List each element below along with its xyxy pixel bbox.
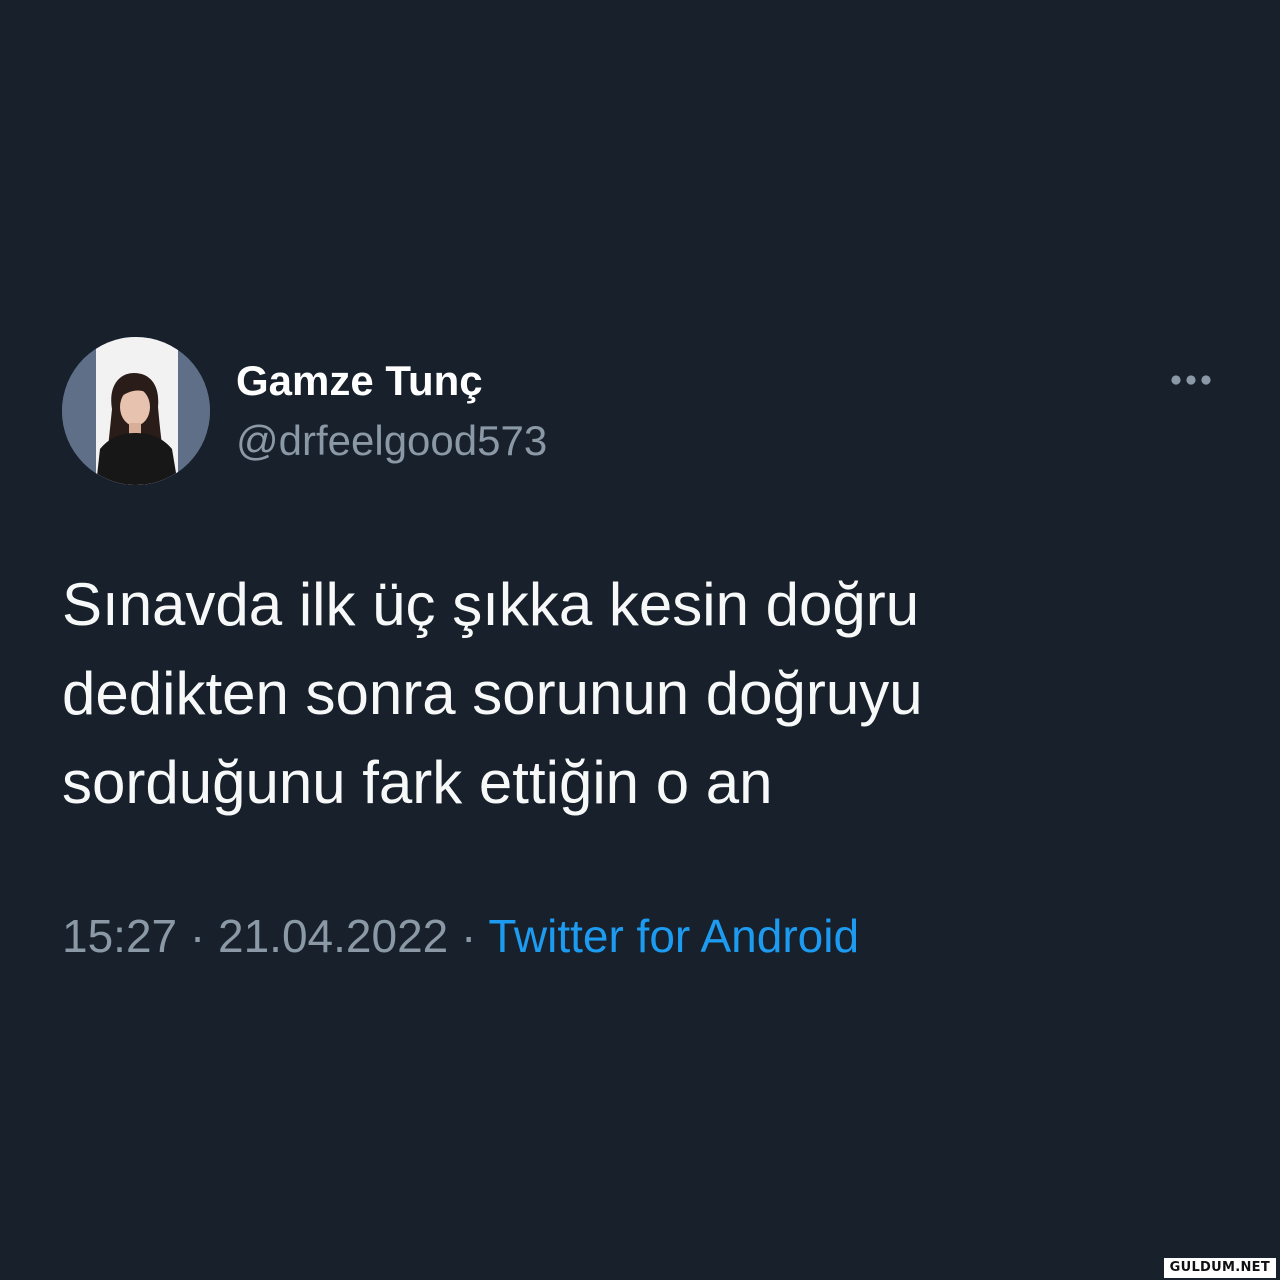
- watermark: GULDUM.NET: [1163, 1258, 1276, 1278]
- tweet-time[interactable]: 15:27: [62, 910, 177, 962]
- avatar[interactable]: [62, 337, 210, 485]
- tweet-text-line: Sınavda ilk üç şıkka kesin doğru: [62, 571, 920, 638]
- more-options-button[interactable]: [1160, 362, 1222, 398]
- meta-separator: ·: [189, 910, 206, 962]
- tweet-screenshot: Gamze Tunç @drfeelgood573 Sınavda ilk üç…: [0, 0, 1280, 1280]
- tweet-source-link[interactable]: Twitter for Android: [488, 910, 859, 962]
- tweet-text: Sınavda ilk üç şıkka kesin doğru dedikte…: [62, 560, 1182, 827]
- profile-photo: [62, 337, 210, 485]
- tweet-date[interactable]: 21.04.2022: [218, 910, 448, 962]
- tweet-metadata: 15:27 · 21.04.2022 · Twitter for Android: [62, 908, 859, 964]
- display-name[interactable]: Gamze Tunç: [236, 355, 483, 407]
- meta-separator: ·: [461, 910, 477, 962]
- tweet-text-line: dedikten sonra sorunun doğruyu: [62, 660, 923, 727]
- more-options-icon: [1171, 375, 1211, 385]
- tweet-text-line: sorduğunu fark ettiğin o an: [62, 749, 773, 816]
- username-handle[interactable]: @drfeelgood573: [236, 415, 547, 467]
